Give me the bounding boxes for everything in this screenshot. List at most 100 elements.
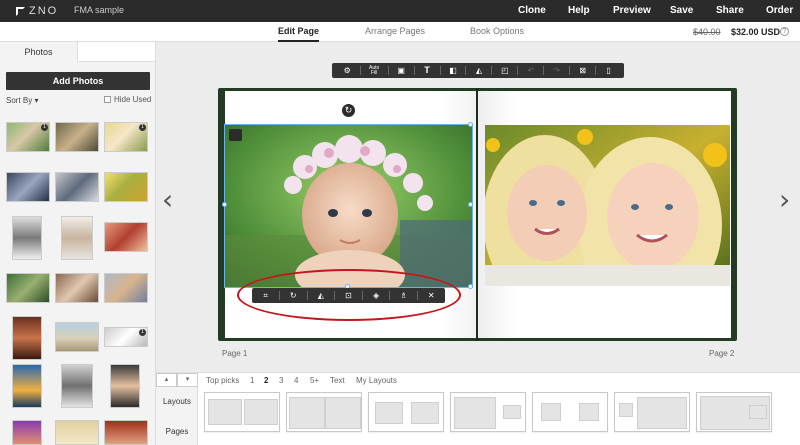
tray-side-tabs: Layouts Pages xyxy=(156,387,198,445)
highlight-annotation-oval xyxy=(237,269,461,321)
order-button[interactable]: Order xyxy=(766,5,793,16)
layout-option[interactable] xyxy=(614,392,690,432)
resize-handle[interactable] xyxy=(468,284,473,289)
tab-edit-page[interactable]: Edit Page xyxy=(278,26,320,42)
sisters-photo-frame[interactable] xyxy=(485,125,730,286)
layout-option[interactable] xyxy=(532,392,608,432)
layout-slot xyxy=(325,397,361,429)
photo-thumbnail[interactable] xyxy=(6,273,50,303)
photo-thumbnail[interactable] xyxy=(55,122,99,152)
frame-icon[interactable]: ▣ xyxy=(395,65,407,76)
filter-3[interactable]: 3 xyxy=(279,376,283,385)
sticker-icon[interactable]: ◰ xyxy=(499,65,511,76)
filter-my-layouts[interactable]: My Layouts xyxy=(356,376,397,385)
resize-handle[interactable] xyxy=(468,122,473,127)
info-icon[interactable]: ? xyxy=(780,27,789,36)
layout-option[interactable] xyxy=(368,392,444,432)
filter-top-picks[interactable]: Top picks xyxy=(206,376,239,385)
layout-option[interactable] xyxy=(450,392,526,432)
toolbar-divider xyxy=(387,66,389,75)
current-price: $32.00 USD xyxy=(731,27,781,37)
original-price: $40.00 xyxy=(693,27,721,37)
undo-icon[interactable]: ↶ xyxy=(525,65,537,76)
photos-panel: Photos Add Photos Sort By ▾ Hide Used 1 … xyxy=(0,42,156,445)
toolbar-divider xyxy=(595,66,597,75)
usage-count-badge: 1 xyxy=(139,124,146,131)
zno-logo[interactable]: ZNO xyxy=(16,5,58,17)
previous-page-arrow-icon[interactable]: ‹ xyxy=(162,183,173,216)
photo-thumbnail[interactable] xyxy=(61,216,93,260)
sisters-photo-image xyxy=(485,125,730,286)
resize-handle[interactable] xyxy=(468,202,473,207)
photo-thumbnail[interactable] xyxy=(104,273,148,303)
photo-thumbnail[interactable]: 1 xyxy=(6,122,50,152)
tray-up-icon[interactable]: ▴ xyxy=(156,373,177,387)
photo-thumbnail[interactable] xyxy=(61,364,93,408)
photo-thumbnail[interactable] xyxy=(104,222,148,252)
settings-icon[interactable]: ⚙ xyxy=(341,65,353,76)
layout-option[interactable] xyxy=(204,392,280,432)
layout-slot xyxy=(637,397,687,429)
clear-icon[interactable]: ⊠ xyxy=(577,65,589,76)
layout-slot xyxy=(749,405,767,419)
frame-swap-icon[interactable] xyxy=(229,129,242,141)
sort-by-dropdown[interactable]: Sort By ▾ xyxy=(6,96,38,105)
auto-fill-button[interactable]: Auto Fill xyxy=(367,65,381,76)
photo-thumbnail[interactable] xyxy=(12,364,42,408)
layout-option[interactable] xyxy=(696,392,772,432)
logo-text: ZNO xyxy=(29,5,59,17)
layout-slot xyxy=(208,399,242,425)
layout-option[interactable] xyxy=(286,392,362,432)
tray-down-icon[interactable]: ▾ xyxy=(177,373,198,387)
rotate-handle-icon[interactable]: ↻ xyxy=(342,104,355,117)
filter-2[interactable]: 2 xyxy=(264,376,268,385)
clone-button[interactable]: Clone xyxy=(518,5,546,16)
photo-thumbnail[interactable] xyxy=(55,172,99,202)
save-button[interactable]: Save xyxy=(670,5,693,16)
photo-thumbnail[interactable] xyxy=(55,322,99,352)
photo-thumbnail[interactable]: 1 xyxy=(104,122,148,152)
filter-4[interactable]: 4 xyxy=(294,376,298,385)
filter-5-plus[interactable]: 5+ xyxy=(310,376,319,385)
layers-icon[interactable]: ◧ xyxy=(447,65,459,76)
photo-thumbnail[interactable] xyxy=(12,420,42,445)
project-name[interactable]: FMA sample xyxy=(74,5,124,15)
redo-icon[interactable]: ↷ xyxy=(551,65,563,76)
filter-1[interactable]: 1 xyxy=(250,376,254,385)
layout-slot xyxy=(411,402,439,424)
flip-icon[interactable]: ◭ xyxy=(473,65,485,76)
photo-thumbnail[interactable] xyxy=(6,172,50,202)
photo-thumbnail[interactable] xyxy=(104,172,148,202)
resize-handle[interactable] xyxy=(222,202,227,207)
photo-thumbnail[interactable] xyxy=(12,216,42,260)
tab-pages[interactable]: Pages xyxy=(156,427,198,436)
hide-used-checkbox[interactable] xyxy=(104,96,111,103)
usage-count-badge: 1 xyxy=(41,124,48,131)
layout-slot xyxy=(289,397,325,429)
toolbar-divider xyxy=(413,66,415,75)
trash-icon[interactable]: ▯ xyxy=(603,65,615,76)
photo-thumbnail[interactable] xyxy=(110,364,140,408)
next-page-arrow-icon[interactable]: › xyxy=(779,183,790,216)
help-button[interactable]: Help xyxy=(568,5,590,16)
share-button[interactable]: Share xyxy=(716,5,744,16)
photo-thumbnail[interactable] xyxy=(55,420,99,445)
toolbar-divider xyxy=(543,66,545,75)
text-icon[interactable]: T xyxy=(421,65,433,76)
tab-arrange-pages[interactable]: Arrange Pages xyxy=(365,26,425,36)
filter-text[interactable]: Text xyxy=(330,376,345,385)
tab-layouts[interactable]: Layouts xyxy=(156,397,198,406)
page-label-right: Page 2 xyxy=(709,349,735,358)
photo-thumbnail[interactable] xyxy=(104,420,148,445)
tab-photos[interactable]: Photos xyxy=(0,42,78,62)
preview-button[interactable]: Preview xyxy=(613,5,651,16)
photo-thumbnail[interactable] xyxy=(55,273,99,303)
tab-book-options[interactable]: Book Options xyxy=(470,26,524,36)
hide-used-toggle[interactable]: Hide Used xyxy=(104,95,151,104)
selected-photo-frame[interactable] xyxy=(224,124,473,288)
toolbar-divider xyxy=(439,66,441,75)
photo-thumbnail[interactable]: 1 xyxy=(104,327,148,347)
photo-thumbnail[interactable] xyxy=(12,316,42,360)
add-photos-button[interactable]: Add Photos xyxy=(6,72,150,90)
top-bar: ZNO FMA sample Clone Help Preview Save S… xyxy=(0,0,800,22)
